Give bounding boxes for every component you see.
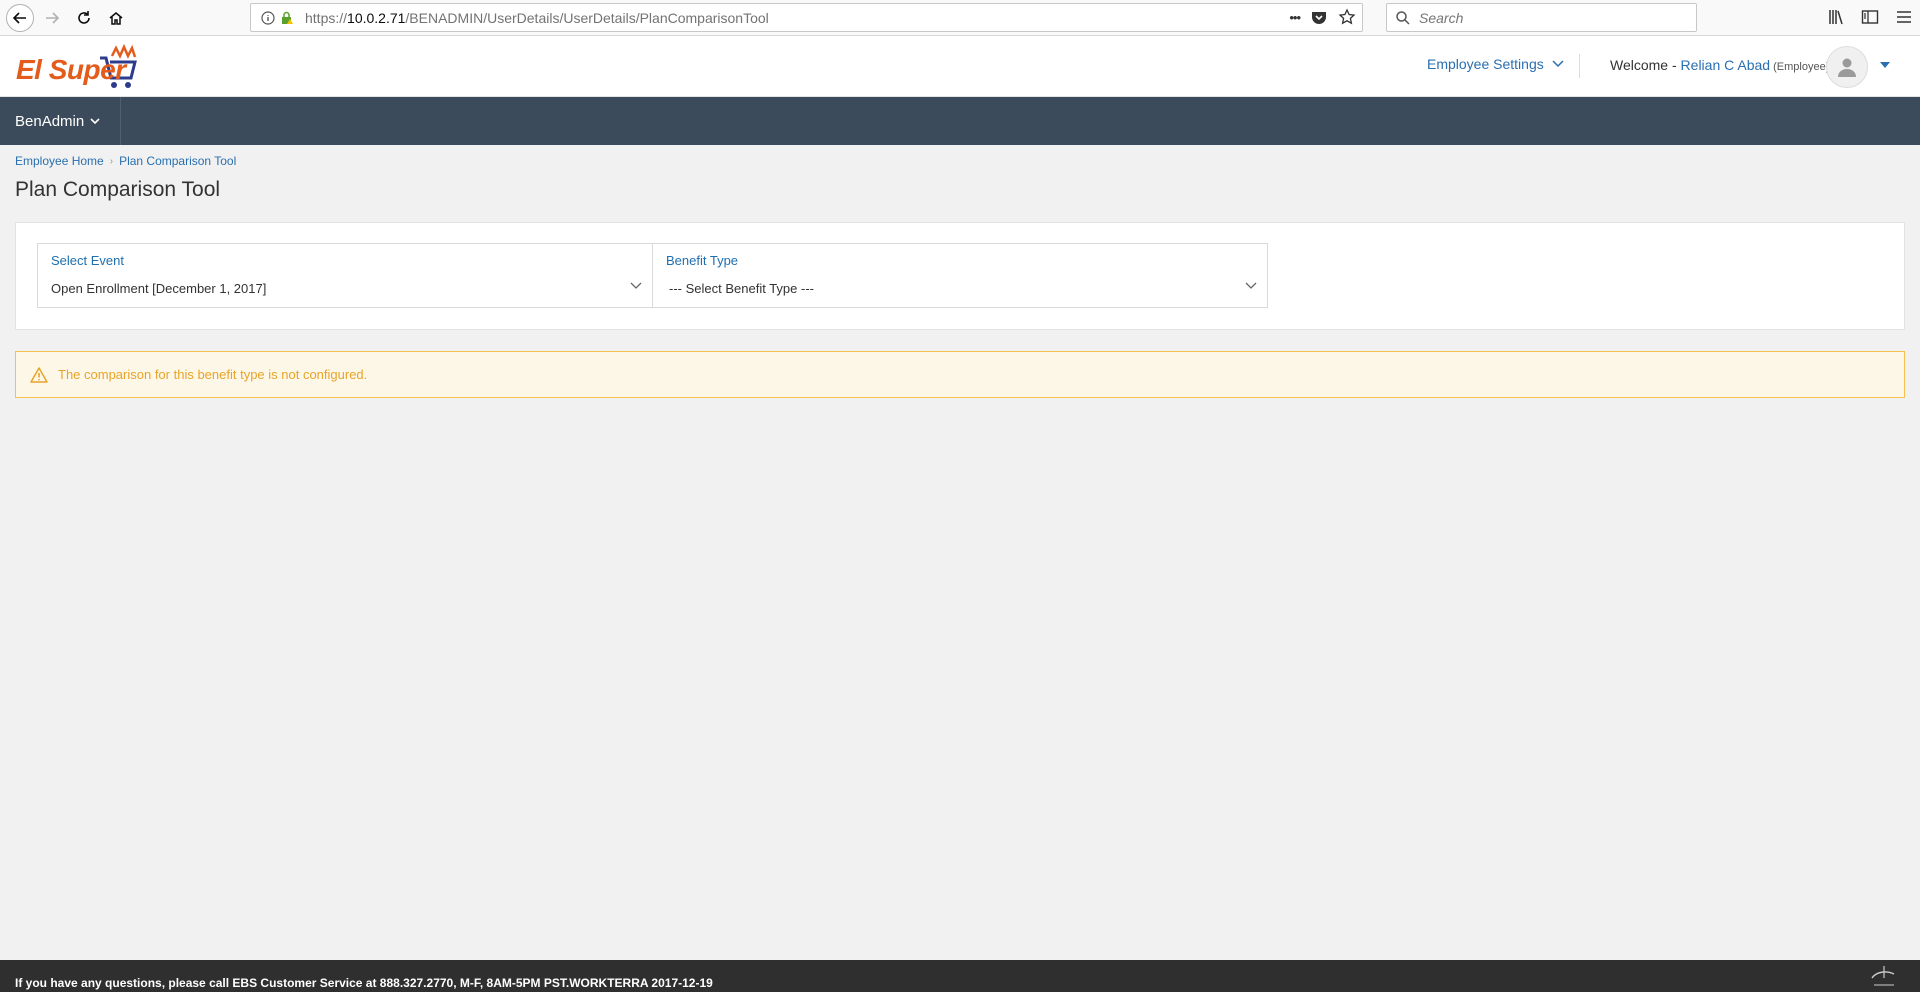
info-icon[interactable] (261, 10, 275, 25)
library-icon[interactable] (1826, 7, 1846, 27)
user-role: (Employee) (1770, 61, 1830, 73)
warning-icon (30, 366, 48, 383)
url-bar[interactable]: https://10.0.2.71/BENADMIN/UserDetails/U… (250, 3, 1363, 32)
welcome-prefix: Welcome - (1610, 57, 1681, 73)
select-event-dropdown[interactable]: Select Event Open Enrollment [December 1… (37, 243, 653, 308)
url-text[interactable]: https://10.0.2.71/BENADMIN/UserDetails/U… (305, 10, 769, 26)
breadcrumb-plan-comparison-tool[interactable]: Plan Comparison Tool (119, 154, 236, 168)
employee-settings-label: Employee Settings (1427, 56, 1544, 72)
reload-icon (78, 11, 90, 24)
footer-text: If you have any questions, please call E… (15, 976, 713, 990)
warning-alert: The comparison for this benefit type is … (15, 351, 1905, 398)
url-path: /BENADMIN/UserDetails/UserDetails/PlanCo… (405, 9, 769, 26)
chevron-down-icon (90, 117, 100, 124)
benefit-type-value: --- Select Benefit Type --- (669, 281, 814, 296)
welcome-text: Welcome - Relian C Abad (Employee) (1610, 57, 1829, 73)
user-name-link[interactable]: Relian C Abad (1681, 57, 1771, 73)
page-title: Plan Comparison Tool (15, 178, 221, 201)
back-arrow-icon (12, 12, 26, 24)
benefit-type-label: Benefit Type (666, 253, 739, 268)
browser-toolbar: https://10.0.2.71/BENADMIN/UserDetails/U… (0, 0, 1920, 36)
app-header: El Super Employee Settings Welcome - Rel… (0, 36, 1920, 97)
breadcrumb-employee-home[interactable]: Employee Home (15, 154, 104, 168)
main-navbar: BenAdmin (0, 97, 1920, 145)
benadmin-menu[interactable]: BenAdmin (0, 97, 121, 145)
footer: If you have any questions, please call E… (0, 960, 1920, 992)
breadcrumb: Employee Home › Plan Comparison Tool (15, 154, 236, 168)
chevron-down-icon (1552, 60, 1564, 68)
chevron-down-icon (630, 282, 642, 289)
forward-button[interactable] (38, 4, 66, 32)
logo-text: El Super (16, 54, 126, 85)
search-bar[interactable] (1386, 3, 1697, 32)
pocket-icon[interactable] (1310, 8, 1328, 26)
filter-card: Select Event Open Enrollment [December 1… (15, 222, 1905, 330)
url-prefix: https:// (305, 9, 348, 26)
lock-icon[interactable] (279, 10, 295, 26)
hamburger-menu-icon[interactable] (1894, 7, 1914, 27)
home-button[interactable] (102, 4, 130, 32)
select-event-value: Open Enrollment [December 1, 2017] (51, 281, 267, 296)
back-button[interactable] (6, 4, 34, 32)
reload-button[interactable] (70, 4, 98, 32)
url-host: 10.0.2.71 (347, 9, 406, 26)
alert-message: The comparison for this benefit type is … (58, 367, 368, 382)
sidebar-icon[interactable] (1860, 7, 1880, 27)
benadmin-menu-label: BenAdmin (15, 112, 85, 130)
header-divider (1579, 54, 1580, 78)
search-input[interactable] (1419, 9, 1679, 26)
search-icon (1396, 10, 1410, 25)
star-icon[interactable] (1338, 8, 1356, 26)
user-avatar-icon (1838, 58, 1856, 77)
forward-arrow-icon (46, 12, 60, 24)
select-event-label: Select Event (51, 253, 124, 268)
user-avatar[interactable] (1826, 46, 1868, 88)
page-actions-button[interactable]: ••• (1289, 10, 1301, 25)
premier-logo-icon (1871, 966, 1895, 986)
benefit-type-dropdown[interactable]: Benefit Type --- Select Benefit Type --- (652, 243, 1268, 308)
home-icon (109, 12, 123, 25)
avatar-dropdown-caret-icon[interactable] (1880, 62, 1890, 68)
chevron-down-icon (1245, 282, 1257, 289)
breadcrumb-separator-icon: › (109, 155, 114, 167)
employee-settings-dropdown[interactable]: Employee Settings (1427, 56, 1564, 72)
el-super-logo[interactable]: El Super (14, 40, 140, 94)
